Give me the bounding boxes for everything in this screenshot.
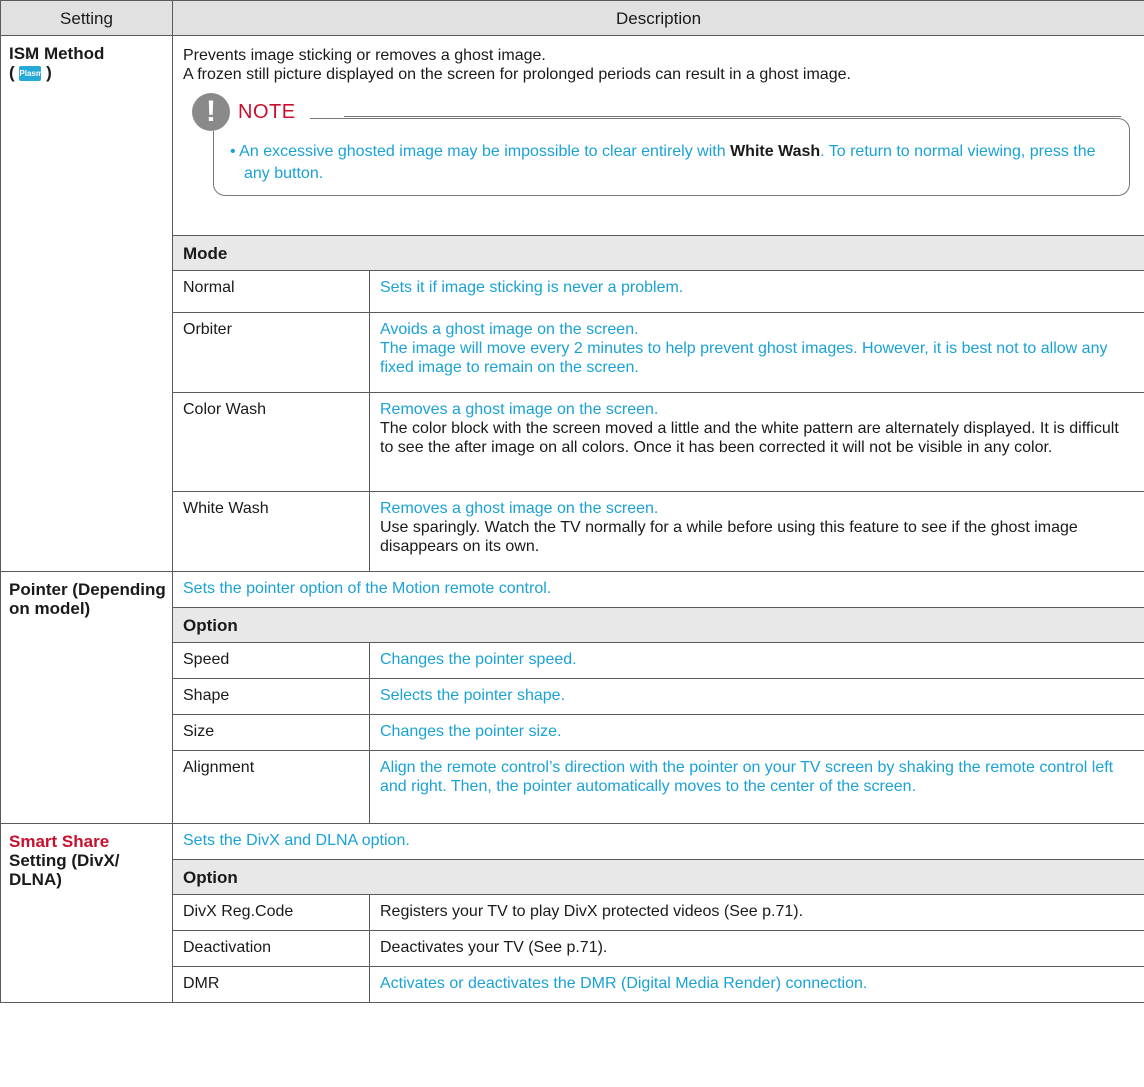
ism-description-row: ISM Method ( Plasma ) Prevents image sti… <box>0 35 1144 572</box>
mode-desc: Removes a ghost image on the screen. The… <box>368 392 1144 492</box>
option-name: Shape <box>172 678 370 715</box>
option-name: Speed <box>172 642 370 679</box>
header-description: Description <box>171 0 1144 36</box>
mode-desc: Avoids a ghost image on the screen. The … <box>368 312 1144 393</box>
note-title: NOTE <box>238 100 296 123</box>
option-name: DMR <box>172 966 370 1003</box>
table-row: Shape Selects the pointer shape. <box>1 678 1144 715</box>
mode-desc-line2: Use sparingly. Watch the TV normally for… <box>380 519 1078 555</box>
mode-desc: Removes a ghost image on the screen. Use… <box>368 491 1144 572</box>
ism-desc-line1: Prevents image sticking or removes a gho… <box>183 47 546 64</box>
smart-share-label-rest: Setting (DivX/ DLNA) <box>9 851 120 889</box>
smart-share-description: Sets the DivX and DLNA option. <box>171 823 1144 860</box>
mode-name: Normal <box>172 270 370 313</box>
settings-table: Setting Description ISM Method ( Plasma … <box>0 0 1144 1003</box>
note-text-pre: An excessive ghosted image may be imposs… <box>239 143 731 160</box>
table-row: Deactivation Deactivates your TV (See p.… <box>1 930 1144 967</box>
ism-description: Prevents image sticking or removes a gho… <box>171 35 1144 236</box>
mode-name: White Wash <box>172 491 370 572</box>
note-header: ! NOTE <box>192 93 310 131</box>
mode-name: Orbiter <box>172 312 370 393</box>
table-row: Alignment Align the remote control’s dir… <box>1 750 1144 824</box>
plasma-tv-icon: Plasma <box>19 54 47 82</box>
option-name: Deactivation <box>172 930 370 967</box>
note-divider <box>344 116 1122 117</box>
setting-smart-share: Smart Share Setting (DivX/ DLNA) <box>0 823 173 1003</box>
table-row: DMR Activates or deactivates the DMR (Di… <box>1 966 1144 1003</box>
table-row: Size Changes the pointer size. <box>1 714 1144 751</box>
table-row: Speed Changes the pointer speed. <box>1 642 1144 679</box>
note-box: ! NOTE • An excessive ghosted image may … <box>192 93 1131 196</box>
mode-name: Color Wash <box>172 392 370 492</box>
option-desc: Deactivates your TV (See p.71). <box>368 930 1144 967</box>
setting-ism-method: ISM Method ( Plasma ) <box>0 35 173 572</box>
table-row: Color Wash Removes a ghost image on the … <box>1 392 1144 492</box>
ism-desc-line2: A frozen still picture displayed on the … <box>183 66 851 83</box>
option-desc: Changes the pointer speed. <box>368 642 1144 679</box>
mode-desc-line2: The color block with the screen moved a … <box>380 420 1119 456</box>
header-setting: Setting <box>0 0 173 36</box>
option-name: DivX Reg.Code <box>172 894 370 931</box>
mode-desc-line1: Removes a ghost image on the screen. <box>380 500 659 517</box>
mode-desc-line1: Removes a ghost image on the screen. <box>380 401 659 418</box>
smart-option-header: Option <box>171 859 1144 895</box>
exclamation-icon: ! <box>192 93 230 131</box>
table-row: DivX Reg.Code Registers your TV to play … <box>1 894 1144 931</box>
pointer-option-header-row: Option <box>1 607 1144 643</box>
ism-icon-line: ( Plasma ) <box>9 54 166 82</box>
table-row: White Wash Removes a ghost image on the … <box>1 491 1144 572</box>
mode-desc-line2: The image will move every 2 minutes to h… <box>380 340 1108 376</box>
option-desc: Changes the pointer size. <box>368 714 1144 751</box>
mode-desc: Sets it if image sticking is never a pro… <box>368 270 1144 313</box>
note-text: • An excessive ghosted image may be impo… <box>230 143 1096 182</box>
smart-share-label-red: Smart Share <box>9 832 110 851</box>
table-row: Normal Sets it if image sticking is neve… <box>1 270 1144 313</box>
mode-desc-line1: Avoids a ghost image on the screen. <box>380 321 639 338</box>
pointer-description-row: Pointer (Depending on model) Sets the po… <box>0 571 1144 824</box>
ism-label: ISM Method <box>9 44 105 63</box>
note-text-bold: White Wash <box>730 143 821 160</box>
paren-open: ( <box>9 63 15 82</box>
ism-mode-header: Mode <box>171 235 1144 271</box>
ism-mode-header-row: Mode <box>1 235 1144 271</box>
table-header-row: Setting Description <box>0 0 1144 36</box>
option-desc: Registers your TV to play DivX protected… <box>368 894 1144 931</box>
option-desc: Align the remote control’s direction wit… <box>368 750 1144 824</box>
pointer-option-header: Option <box>171 607 1144 643</box>
pointer-description: Sets the pointer option of the Motion re… <box>171 571 1144 608</box>
smart-option-header-row: Option <box>1 859 1144 895</box>
option-desc: Selects the pointer shape. <box>368 678 1144 715</box>
option-desc: Activates or deactivates the DMR (Digita… <box>368 966 1144 1003</box>
smart-share-description-row: Smart Share Setting (DivX/ DLNA) Sets th… <box>0 823 1144 1003</box>
table-row: Orbiter Avoids a ghost image on the scre… <box>1 312 1144 393</box>
setting-pointer: Pointer (Depending on model) <box>0 571 173 824</box>
option-name: Alignment <box>172 750 370 824</box>
option-name: Size <box>172 714 370 751</box>
